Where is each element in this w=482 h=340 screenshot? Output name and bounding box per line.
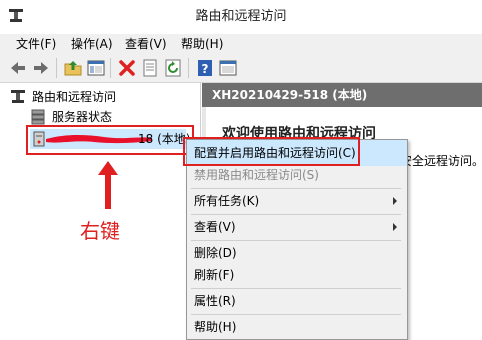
delete-icon[interactable] (117, 58, 137, 78)
menu-view[interactable]: 查看(V) (125, 34, 167, 54)
console-icon[interactable] (218, 58, 238, 78)
menu-bar: 文件(F) 操作(A) 查看(V) 帮助(H) (0, 34, 482, 54)
menu-item-view-label: 查看(V) (194, 220, 236, 234)
menu-item-view[interactable]: 查看(V) (187, 214, 407, 240)
routing-root-icon (11, 90, 25, 103)
toolbar-separator (110, 58, 111, 78)
toolbar-separator (56, 58, 57, 78)
toolbar-separator (188, 58, 189, 78)
context-menu: 配置并启用路由和远程访问(C) 禁用路由和远程访问(S) 所有任务(K) 查看(… (186, 139, 408, 340)
menu-item-all-tasks-label: 所有任务(K) (194, 194, 260, 208)
refresh-icon[interactable] (163, 58, 183, 78)
menu-item-refresh[interactable]: 刷新(F) (187, 262, 407, 288)
submenu-arrow-icon (393, 223, 397, 231)
menu-action[interactable]: 操作(A) (71, 34, 113, 54)
title-bar: 路由和远程访问 (0, 0, 482, 34)
forward-icon[interactable] (31, 58, 51, 78)
menu-file[interactable]: 文件(F) (16, 34, 56, 54)
navigation-tree: 路由和远程访问 服务器状态 18 (本地) 右键 (0, 83, 201, 338)
toolbar: ? (0, 54, 482, 83)
menu-item-properties[interactable]: 属性(R) (187, 288, 407, 314)
menu-item-all-tasks[interactable]: 所有任务(K) (187, 188, 407, 214)
annotation-label: 右键 (80, 219, 120, 243)
tree-root-label[interactable]: 路由和远程访问 (32, 89, 116, 105)
show-hide-tree-icon[interactable] (86, 58, 106, 78)
annotation-arrow-icon (98, 161, 118, 209)
menu-item-help[interactable]: 帮助(H) (187, 314, 407, 340)
submenu-arrow-icon (393, 197, 397, 205)
welcome-text-partial: 安全远程访问。 (400, 154, 482, 168)
details-header: XH20210429-518 (本地) (202, 83, 482, 107)
highlight-box-configure (183, 137, 360, 166)
properties-icon[interactable] (140, 58, 160, 78)
window-title: 路由和远程访问 (195, 9, 287, 24)
server-status-icon (31, 109, 45, 125)
back-icon[interactable] (8, 58, 28, 78)
menu-help[interactable]: 帮助(H) (181, 34, 223, 54)
up-folder-icon[interactable] (63, 58, 83, 78)
svg-text:?: ? (202, 62, 209, 76)
help-icon[interactable]: ? (195, 58, 215, 78)
tree-item-server-status[interactable]: 服务器状态 (52, 109, 112, 125)
